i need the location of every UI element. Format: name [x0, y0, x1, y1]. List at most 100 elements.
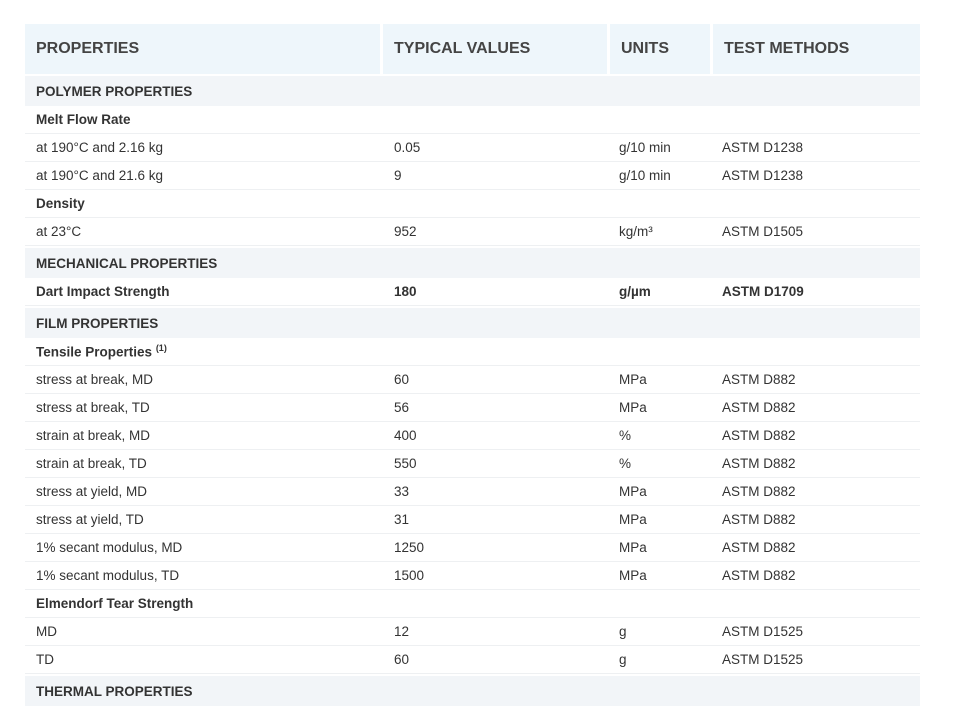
value-cell-text: 31 [394, 512, 410, 527]
method-cell: ASTM D1238 [711, 168, 920, 183]
table-row: stress at yield, TD 31 MPa ASTM D882 [25, 506, 920, 534]
property-cell: FILM PROPERTIES [25, 316, 383, 331]
value-cell-text: 550 [394, 456, 417, 471]
table-row: Melt Flow Rate [25, 106, 920, 134]
value-cell: 550 [383, 456, 608, 471]
unit-cell-text: MPa [619, 568, 647, 583]
property-cell-text: Density [36, 196, 85, 211]
property-cell-text: stress at break, TD [36, 400, 150, 415]
method-cell-text: ASTM D882 [722, 512, 796, 527]
unit-cell-text: MPa [619, 372, 647, 387]
property-cell-text: POLYMER PROPERTIES [36, 83, 193, 99]
property-cell: at 23°C [25, 224, 383, 239]
method-cell: ASTM D1505 [711, 224, 920, 239]
property-cell: at 190°C and 2.16 kg [25, 140, 383, 155]
footnote-marker: (1) [155, 343, 167, 354]
property-cell: Elmendorf Tear Strength [25, 596, 383, 611]
table-body: POLYMER PROPERTIES Melt Flow Rate at 190°C… [25, 76, 920, 706]
value-cell: 952 [383, 224, 608, 239]
method-cell: ASTM D1525 [711, 624, 920, 639]
section-row: POLYMER PROPERTIES [25, 76, 920, 106]
unit-cell-text: MPa [619, 400, 647, 415]
property-cell: Melt Flow Rate [25, 112, 383, 127]
value-cell: 56 [383, 400, 608, 415]
method-cell-text: ASTM D882 [722, 456, 796, 471]
unit-cell-text: g/µm [619, 284, 651, 299]
value-cell-text: 56 [394, 400, 410, 415]
property-cell: Dart Impact Strength [25, 284, 383, 299]
property-cell-text: stress at yield, MD [36, 484, 148, 499]
property-cell: MECHANICAL PROPERTIES [25, 256, 383, 271]
method-cell: ASTM D1709 [711, 284, 920, 299]
header-test-methods: TEST METHODS [713, 24, 920, 74]
unit-cell: % [608, 456, 711, 471]
unit-cell: MPa [608, 484, 711, 499]
method-cell-text: ASTM D1238 [722, 140, 804, 155]
method-cell: ASTM D882 [711, 428, 920, 443]
method-cell-text: ASTM D882 [722, 568, 796, 583]
unit-cell-text: kg/m³ [619, 224, 653, 239]
unit-cell-text: MPa [619, 484, 647, 499]
table-row: Elmendorf Tear Strength [25, 590, 920, 618]
unit-cell: % [608, 428, 711, 443]
property-cell-text: MECHANICAL PROPERTIES [36, 255, 218, 271]
unit-cell: g [608, 624, 711, 639]
value-cell: 9 [383, 168, 608, 183]
property-cell: 1% secant modulus, TD [25, 568, 383, 583]
property-cell-text: Dart Impact Strength [36, 284, 170, 299]
value-cell: 60 [383, 652, 608, 667]
property-cell: stress at break, TD [25, 400, 383, 415]
unit-cell: MPa [608, 540, 711, 555]
method-cell: ASTM D1238 [711, 140, 920, 155]
property-cell-text: strain at break, MD [36, 428, 151, 443]
property-cell-text: Elmendorf Tear Strength [36, 596, 194, 611]
property-cell-text: FILM PROPERTIES [36, 315, 159, 331]
property-cell-text: Tensile Properties [36, 344, 153, 360]
method-cell-text: ASTM D1238 [722, 168, 804, 183]
property-cell-text: strain at break, TD [36, 456, 147, 471]
table-row: stress at break, TD 56 MPa ASTM D882 [25, 394, 920, 422]
unit-cell-text: g/10 min [619, 140, 671, 155]
table-row: 1% secant modulus, TD 1500 MPa ASTM D882 [25, 562, 920, 590]
section-row: THERMAL PROPERTIES [25, 676, 920, 706]
unit-cell: MPa [608, 512, 711, 527]
table-row: at 23°C 952 kg/m³ ASTM D1505 [25, 218, 920, 246]
table-row: at 190°C and 2.16 kg 0.05 g/10 min ASTM D12… [25, 134, 920, 162]
unit-cell-text: MPa [619, 540, 647, 555]
method-cell-text: ASTM D882 [722, 428, 796, 443]
property-cell: stress at yield, TD [25, 512, 383, 527]
unit-cell-text: MPa [619, 512, 647, 527]
property-cell: stress at yield, MD [25, 484, 383, 499]
value-cell: 33 [383, 484, 608, 499]
unit-cell-text: % [619, 428, 632, 443]
unit-cell-text: g/10 min [619, 168, 671, 183]
unit-cell-text: g [619, 624, 627, 639]
section-row: FILM PROPERTIES [25, 308, 920, 338]
unit-cell: kg/m³ [608, 224, 711, 239]
table-row: TD 60 g ASTM D1525 [25, 646, 920, 674]
property-cell: 1% secant modulus, MD [25, 540, 383, 555]
property-cell: stress at break, MD [25, 372, 383, 387]
property-cell: strain at break, TD [25, 456, 383, 471]
table-row: strain at break, MD 400% ASTM D882 [25, 422, 920, 450]
value-cell-text: 9 [394, 168, 402, 183]
table-row: Tensile Properties (1) [25, 338, 920, 366]
property-cell-text: MD [36, 624, 57, 639]
value-cell: 0.05 [383, 140, 608, 155]
unit-cell-text: g [619, 652, 627, 667]
method-cell: ASTM D882 [711, 568, 920, 583]
method-cell: ASTM D882 [711, 512, 920, 527]
method-cell: ASTM D882 [711, 456, 920, 471]
method-cell: ASTM D1525 [711, 652, 920, 667]
value-cell: 12 [383, 624, 608, 639]
unit-cell: g [608, 652, 711, 667]
property-cell-text: at 190°C and 21.6 kg [36, 168, 163, 183]
property-cell-text: at 23°C [36, 224, 82, 239]
table-row: Density [25, 190, 920, 218]
property-cell-text: 1% secant modulus, TD [36, 568, 180, 583]
unit-cell: g/10 min [608, 168, 711, 183]
value-cell-text: 180 [394, 284, 417, 299]
table-row: 1% secant modulus, MD 1250 MPa ASTM D882 [25, 534, 920, 562]
property-cell-text: THERMAL PROPERTIES [36, 683, 193, 699]
property-cell: THERMAL PROPERTIES [25, 684, 383, 699]
